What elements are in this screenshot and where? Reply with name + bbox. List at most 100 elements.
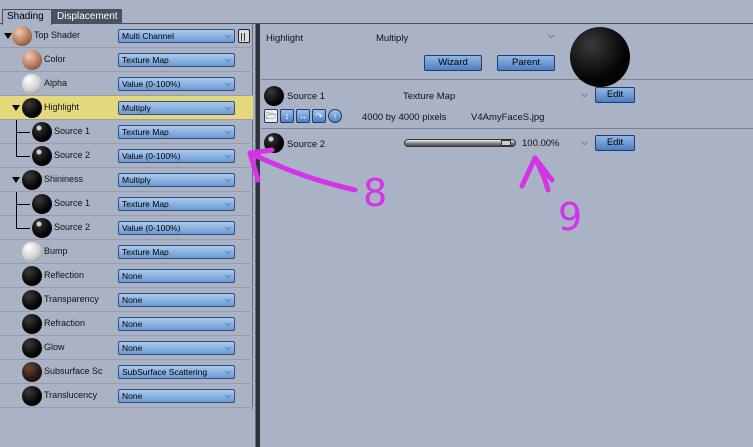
tree-row-alpha[interactable]: Alpha Value (0-100%) ⌵	[0, 72, 253, 96]
node-type-dropdown[interactable]: Value (0-100%) ⌵	[118, 149, 235, 163]
tree-row-bump[interactable]: Bump Texture Map ⌵	[0, 240, 253, 264]
chevron-down-icon: ⌵	[224, 295, 231, 304]
chevron-down-icon: ⌵	[224, 175, 231, 184]
tree-label: Source 1	[54, 126, 91, 136]
tree-label: Highlight	[44, 102, 80, 112]
tree-row-shininess-source-2[interactable]: Source 2 Value (0-100%) ⌵	[0, 216, 253, 240]
tree-row-highlight-source-2[interactable]: Source 2 Value (0-100%) ⌵	[0, 144, 253, 168]
texture-dimensions: 4000 by 4000 pixels	[362, 112, 447, 123]
tree-label: Reflection	[44, 270, 85, 280]
node-type-dropdown[interactable]: Multi Channel ⌵	[118, 29, 235, 43]
dropdown-value: None	[122, 295, 143, 305]
wizard-button[interactable]: Wizard	[424, 55, 482, 71]
source-label: Source 1	[287, 91, 326, 102]
tree-label: Source 2	[54, 150, 91, 160]
collapse-triangle-icon[interactable]	[12, 177, 20, 183]
tree-row-reflection[interactable]: Reflection None ⌵	[0, 264, 253, 288]
tree-label: Transparency	[44, 294, 99, 304]
chevron-down-icon: ⌵	[224, 31, 231, 40]
value-slider[interactable]	[404, 139, 516, 147]
node-type-dropdown[interactable]: None ⌵	[118, 317, 235, 331]
node-type-dropdown[interactable]: None ⌵	[118, 341, 235, 355]
tree-row-refraction[interactable]: Refraction None ⌵	[0, 312, 253, 336]
node-type-dropdown[interactable]: None ⌵	[118, 269, 235, 283]
tree-row-subsurface[interactable]: Subsurface Sc SubSurface Scattering ⌵	[0, 360, 253, 384]
tree-row-color[interactable]: Color Texture Map ⌵	[0, 48, 253, 72]
tab-displacement[interactable]: Displacement	[52, 9, 122, 24]
dropdown-value: Texture Map	[122, 127, 169, 137]
chevron-down-icon: ⌵	[224, 223, 231, 232]
node-type-dropdown[interactable]: None ⌵	[118, 293, 235, 307]
tree-row-top-shader[interactable]: Top Shader Multi Channel ⌵	[0, 24, 253, 48]
node-type-dropdown[interactable]: Texture Map ⌵	[118, 125, 235, 139]
node-type-dropdown[interactable]: Texture Map ⌵	[118, 245, 235, 259]
node-type-dropdown[interactable]: Value (0-100%) ⌵	[118, 221, 235, 235]
tree-label: Top Shader	[34, 30, 81, 40]
tree-label: Refraction	[44, 318, 86, 328]
source-preview-sphere	[264, 86, 284, 106]
chevron-down-icon: ⌵	[224, 367, 231, 376]
dropdown-value: Texture Map	[122, 55, 169, 65]
channel-header: Highlight Multiply ⌵ Wizard Parent	[261, 24, 753, 87]
node-type-dropdown[interactable]: Multiply ⌵	[118, 173, 235, 187]
dropdown-value: Value (0-100%)	[122, 79, 181, 89]
panel-splitter[interactable]	[255, 24, 260, 447]
tree-label: Bump	[44, 246, 68, 256]
dropdown-value: Texture Map	[122, 247, 169, 257]
chevron-down-icon: ⌵	[224, 199, 231, 208]
collapse-triangle-icon[interactable]	[4, 33, 12, 39]
dropdown-value: None	[122, 271, 143, 281]
node-type-dropdown[interactable]: Multiply ⌵	[118, 101, 235, 115]
node-type-dropdown[interactable]: SubSurface Scattering ⌵	[118, 365, 235, 379]
tree-row-transparency[interactable]: Transparency None ⌵	[0, 288, 253, 312]
tree-row-translucency[interactable]: Translucency None ⌵	[0, 384, 253, 408]
shader-preview-sphere	[32, 194, 52, 214]
annotation-label-8: 8	[363, 171, 388, 215]
dropdown-value: None	[122, 319, 143, 329]
chevron-down-icon: ⌵	[224, 55, 231, 64]
channel-preview-sphere	[570, 27, 630, 87]
flip-vertical-icon[interactable]: ↕	[280, 109, 294, 123]
folder-open-icon[interactable]: 🗁	[264, 109, 278, 123]
tree-label: Alpha	[44, 78, 68, 88]
tree-row-shininess[interactable]: Shininess Multiply ⌵	[0, 168, 253, 192]
shader-preview-sphere	[12, 26, 32, 46]
chevron-down-icon[interactable]: ⌵	[581, 137, 588, 148]
texture-toolbar: 🗁 ↕ ↔ ↷ ↑	[264, 109, 362, 123]
trash-icon[interactable]	[238, 29, 250, 43]
node-type-dropdown[interactable]: Texture Map ⌵	[118, 53, 235, 67]
node-type-dropdown[interactable]: Texture Map ⌵	[118, 197, 235, 211]
shader-preview-sphere	[32, 146, 52, 166]
shader-preview-sphere	[22, 362, 42, 382]
tree-connector	[16, 132, 30, 133]
channel-detail-panel: Highlight Multiply ⌵ Wizard Parent Sourc…	[261, 24, 753, 447]
tree-connector	[16, 156, 30, 157]
channel-mode[interactable]: Multiply	[376, 33, 408, 44]
node-type-dropdown[interactable]: None ⌵	[118, 389, 235, 403]
tree-row-shininess-source-1[interactable]: Source 1 Texture Map ⌵	[0, 192, 253, 216]
shader-preview-sphere	[22, 74, 42, 94]
node-type-dropdown[interactable]: Value (0-100%) ⌵	[118, 77, 235, 91]
rotate-icon[interactable]: ↷	[312, 109, 326, 123]
tree-row-glow[interactable]: Glow None ⌵	[0, 336, 253, 360]
tab-shading[interactable]: Shading	[2, 9, 52, 25]
flip-horizontal-icon[interactable]: ↔	[296, 109, 310, 123]
parent-button[interactable]: Parent	[497, 55, 555, 71]
up-arrow-icon[interactable]: ↑	[328, 109, 342, 123]
tree-label: Translucency	[44, 390, 98, 400]
channel-name: Highlight	[266, 33, 303, 44]
collapse-triangle-icon[interactable]	[12, 105, 20, 111]
shader-preview-sphere	[22, 314, 42, 334]
slider-handle[interactable]	[501, 140, 511, 146]
source-label: Source 2	[287, 139, 326, 150]
tree-row-highlight[interactable]: Highlight Multiply ⌵	[0, 96, 253, 120]
chevron-down-icon[interactable]: ⌵	[548, 30, 555, 41]
shader-preview-sphere	[22, 386, 42, 406]
dropdown-value: None	[122, 343, 143, 353]
tree-row-highlight-source-1[interactable]: Source 1 Texture Map ⌵	[0, 120, 253, 144]
tree-connector	[16, 204, 30, 205]
chevron-down-icon[interactable]: ⌵	[581, 89, 588, 100]
source-type: Texture Map	[403, 91, 456, 102]
edit-button[interactable]: Edit	[595, 135, 635, 151]
edit-button[interactable]: Edit	[595, 87, 635, 103]
